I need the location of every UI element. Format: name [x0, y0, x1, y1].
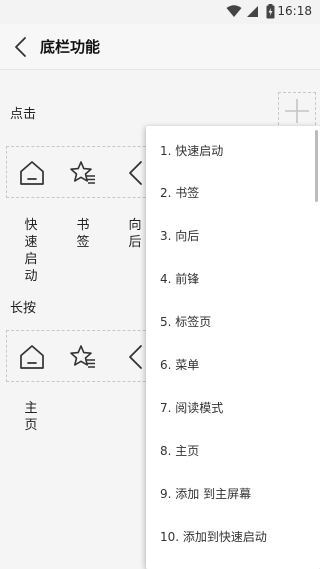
tap-section-label: 点击 — [10, 107, 37, 122]
app-bar: 底栏功能 — [0, 24, 320, 70]
home-icon[interactable] — [18, 343, 46, 371]
menu-item-back[interactable]: 3. 向后 — [146, 216, 320, 256]
long-press-slots-row — [6, 330, 166, 382]
battery-icon — [266, 4, 275, 19]
menu-item-forward[interactable]: 4. 前锋 — [146, 259, 320, 299]
slot-label-home: 主页 — [24, 401, 38, 433]
long-press-section-label: 长按 — [10, 301, 37, 316]
add-slot-button[interactable] — [278, 92, 316, 130]
back-chevron-icon[interactable] — [12, 36, 32, 58]
function-menu: 1. 快速启动 2. 书签 3. 向后 4. 前锋 5. 标签页 6. 菜单 7… — [146, 126, 320, 569]
slot-label-bookmarks: 书签 — [76, 218, 90, 250]
star-list-icon[interactable] — [69, 159, 97, 187]
menu-item-home[interactable]: 8. 主页 — [146, 431, 320, 471]
status-time: 16:18 — [277, 4, 312, 18]
menu-item-add-to-quick-launch[interactable]: 10. 添加到快速启动 — [146, 517, 320, 557]
menu-scrollbar[interactable] — [315, 130, 318, 202]
home-icon[interactable] — [18, 159, 46, 187]
tap-slots-row — [6, 146, 166, 198]
page-title: 底栏功能 — [40, 38, 101, 56]
slot-label-back: 向后 — [128, 218, 142, 250]
menu-item-reader-mode[interactable]: 7. 阅读模式 — [146, 388, 320, 428]
slot-label-quick-launch: 快速启动 — [24, 218, 38, 284]
menu-item-quick-launch[interactable]: 1. 快速启动 — [146, 131, 320, 171]
signal-icon — [247, 6, 258, 17]
plus-icon — [285, 99, 309, 123]
status-bar: 16:18 — [0, 0, 320, 24]
menu-item-tabs[interactable]: 5. 标签页 — [146, 302, 320, 342]
menu-item-menu[interactable]: 6. 菜单 — [146, 345, 320, 385]
wifi-icon — [226, 5, 242, 17]
star-list-icon[interactable] — [69, 343, 97, 371]
menu-item-bookmarks[interactable]: 2. 书签 — [146, 173, 320, 213]
menu-item-add-to-home-screen[interactable]: 9. 添加 到主屏幕 — [146, 474, 320, 514]
